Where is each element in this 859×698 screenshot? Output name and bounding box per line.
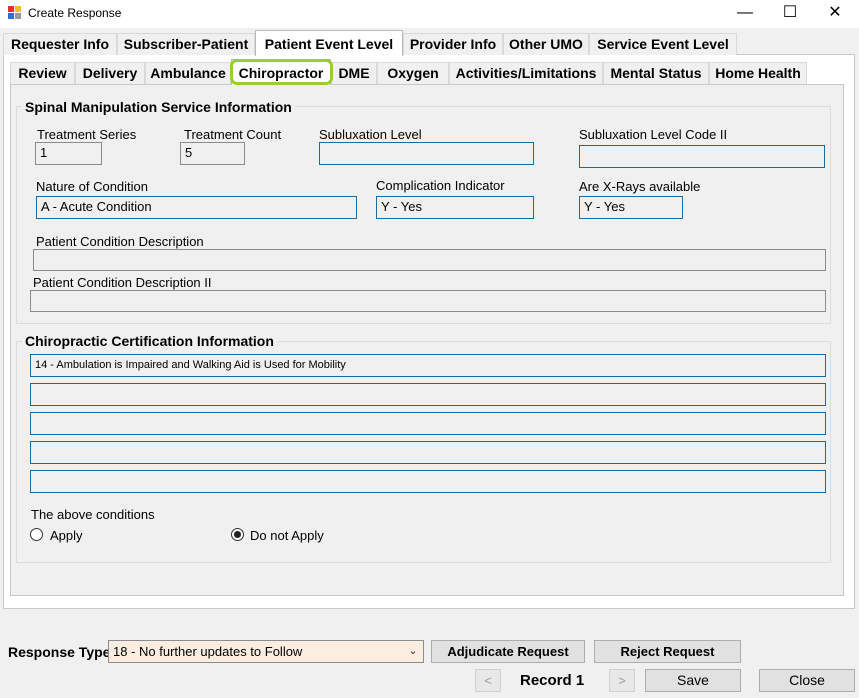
app-window-icon — [8, 6, 22, 20]
next-record-button[interactable]: > — [609, 669, 635, 692]
close-icon: ✕ — [828, 4, 842, 21]
tab-provider-info[interactable]: Provider Info — [403, 33, 503, 55]
tab-label: Oxygen — [387, 65, 439, 81]
maximize-button[interactable]: ☐ — [767, 0, 813, 28]
treatment-count-field[interactable]: 5 — [180, 142, 245, 165]
tab-label: Delivery — [82, 65, 138, 81]
chevron-right-icon: > — [618, 673, 626, 688]
minimize-icon: — — [737, 4, 753, 21]
xrays-available-label: Are X-Rays available — [579, 179, 701, 194]
spinal-manipulation-title: Spinal Manipulation Service Information — [22, 99, 295, 115]
nature-of-condition-label: Nature of Condition — [36, 179, 149, 194]
tab-delivery[interactable]: Delivery — [75, 62, 145, 84]
tab-label: Service Event Level — [597, 36, 729, 52]
do-not-apply-radio[interactable] — [231, 528, 244, 541]
tab-label: Home Health — [715, 65, 801, 81]
tab-service-event-level[interactable]: Service Event Level — [589, 33, 737, 55]
chevron-down-icon: ⌄ — [408, 645, 418, 657]
treatment-series-field[interactable]: 1 — [35, 142, 102, 165]
record-indicator: Record 1 — [520, 672, 585, 689]
conditions-label: The above conditions — [31, 507, 155, 522]
patient-condition-description-label: Patient Condition Description — [36, 234, 204, 249]
save-button[interactable]: Save — [645, 669, 741, 692]
tab-chiropractor[interactable]: Chiropractor — [231, 59, 331, 85]
certification-row[interactable] — [30, 383, 826, 406]
certification-title: Chiropractic Certification Information — [22, 333, 277, 349]
tab-other-umo[interactable]: Other UMO — [503, 33, 589, 55]
tab-label: Activities/Limitations — [455, 65, 597, 81]
subluxation-code2-label: Subluxation Level Code II — [579, 127, 728, 142]
tab-patient-event-level[interactable]: Patient Event Level — [255, 30, 403, 56]
treatment-count-label: Treatment Count — [184, 127, 282, 142]
xrays-available-field[interactable]: Y - Yes — [579, 196, 683, 219]
certification-row[interactable] — [30, 470, 826, 493]
adjudicate-request-button[interactable]: Adjudicate Request — [431, 640, 585, 663]
complication-indicator-field[interactable]: Y - Yes — [376, 196, 534, 219]
title-bar: Create Response — ☐ ✕ — [0, 0, 859, 28]
certification-row[interactable] — [30, 412, 826, 435]
certification-row[interactable]: 14 - Ambulation is Impaired and Walking … — [30, 354, 826, 377]
apply-radio-label: Apply — [50, 528, 83, 543]
subluxation-level-label: Subluxation Level — [319, 127, 422, 142]
close-button[interactable]: Close — [759, 669, 855, 692]
tab-subscriber-patient[interactable]: Subscriber-Patient — [117, 33, 255, 55]
minimize-button[interactable]: — — [722, 0, 768, 28]
tab-label: Provider Info — [409, 36, 497, 52]
treatment-series-label: Treatment Series — [37, 127, 137, 142]
previous-record-button[interactable]: < — [475, 669, 501, 692]
tab-label: Subscriber-Patient — [123, 36, 249, 52]
tab-mental-status[interactable]: Mental Status — [603, 62, 709, 84]
reject-request-button[interactable]: Reject Request — [594, 640, 741, 663]
response-type-select[interactable]: 18 - No further updates to Follow ⌄ — [108, 640, 424, 663]
tab-dme[interactable]: DME — [331, 62, 377, 84]
tab-label: DME — [338, 65, 370, 81]
patient-condition-description2-label: Patient Condition Description II — [33, 275, 212, 290]
subluxation-level-field[interactable] — [319, 142, 534, 165]
nature-of-condition-field[interactable]: A - Acute Condition — [36, 196, 357, 219]
tab-review[interactable]: Review — [10, 62, 75, 84]
tab-ambulance[interactable]: Ambulance — [145, 62, 231, 84]
radio-selected-dot — [234, 531, 241, 538]
tab-activities-limitations[interactable]: Activities/Limitations — [449, 62, 603, 84]
window-title: Create Response — [28, 6, 122, 20]
top-tab-strip: Requester Info Subscriber-Patient Patien… — [3, 30, 855, 57]
tab-oxygen[interactable]: Oxygen — [377, 62, 449, 84]
complication-indicator-label: Complication Indicator — [376, 178, 505, 193]
tab-home-health[interactable]: Home Health — [709, 62, 807, 84]
tab-label: Review — [18, 65, 67, 81]
response-type-label: Response Type — [8, 644, 111, 660]
response-type-value: 18 - No further updates to Follow — [113, 644, 303, 659]
tab-label: Patient Event Level — [264, 36, 394, 52]
chevron-left-icon: < — [484, 673, 492, 688]
do-not-apply-radio-label: Do not Apply — [250, 528, 324, 543]
maximize-icon: ☐ — [782, 4, 798, 21]
tab-label: Other UMO — [509, 36, 583, 52]
subluxation-code2-field[interactable] — [579, 145, 825, 168]
tab-requester-info[interactable]: Requester Info — [3, 33, 117, 55]
tab-label: Requester Info — [10, 36, 109, 52]
sub-tab-strip: Review Delivery Ambulance Chiropractor D… — [10, 59, 844, 86]
close-window-button[interactable]: ✕ — [812, 0, 858, 28]
tab-label: Mental Status — [610, 65, 702, 81]
certification-row[interactable] — [30, 441, 826, 464]
patient-condition-description-field[interactable] — [33, 249, 826, 271]
apply-radio[interactable] — [30, 528, 43, 541]
tab-label: Chiropractor — [238, 65, 324, 81]
tab-label: Ambulance — [150, 65, 226, 81]
patient-condition-description2-field[interactable] — [30, 290, 826, 312]
